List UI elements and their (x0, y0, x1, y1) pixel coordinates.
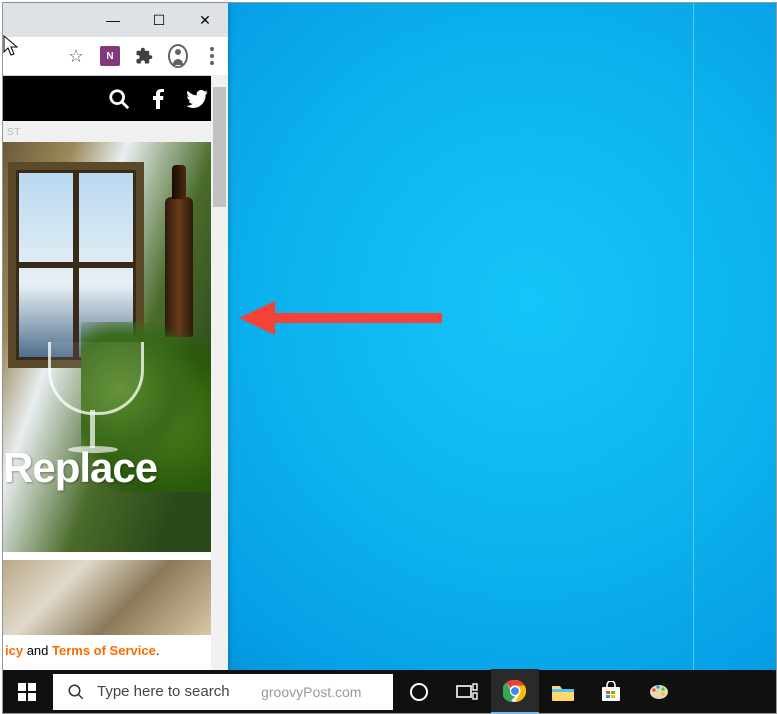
site-header-bar (3, 76, 228, 121)
thumbnail-image[interactable] (3, 560, 211, 635)
onenote-extension-icon[interactable]: N (100, 46, 120, 66)
image-watermark: groovyPost.com (230, 684, 393, 700)
microsoft-store-taskbar-item[interactable] (587, 670, 635, 713)
search-placeholder: Type here to search (97, 683, 230, 700)
legal-tos-link[interactable]: Terms of Service (52, 643, 156, 658)
search-icon (67, 683, 85, 701)
bookmark-star-icon[interactable]: ☆ (66, 46, 86, 66)
extensions-icon[interactable] (134, 46, 154, 66)
windows-logo-icon (18, 683, 36, 701)
legal-policy-link-fragment[interactable]: icy (5, 643, 23, 658)
chrome-icon (503, 679, 527, 703)
start-button[interactable] (3, 670, 51, 713)
thumbnail-row (3, 560, 211, 635)
browser-toolbar: ☆ N (3, 37, 228, 76)
hero-image: Replace (3, 142, 211, 552)
window-titlebar[interactable]: — ☐ ✕ (3, 3, 228, 37)
breadcrumb-fragment: ST (7, 127, 21, 138)
cortana-icon (409, 682, 429, 702)
article-headline-fragment: Replace (3, 444, 157, 492)
breadcrumb-bar: ST (3, 121, 228, 143)
legal-text: icy and Terms of Service. (3, 635, 211, 666)
legal-period: . (156, 643, 160, 658)
profile-avatar-icon[interactable] (168, 46, 188, 66)
vertical-scrollbar[interactable] (211, 75, 228, 670)
wallpaper-edge (693, 3, 694, 670)
scrollbar-thumb[interactable] (213, 87, 226, 207)
task-view-button[interactable] (443, 670, 491, 713)
close-button[interactable]: ✕ (182, 3, 228, 37)
facebook-icon[interactable] (152, 89, 164, 109)
screenshot-frame: — ☐ ✕ ☆ N ST (2, 2, 777, 714)
search-icon[interactable] (108, 88, 130, 110)
taskbar-search-box[interactable]: Type here to search groovyPost.com (53, 674, 393, 710)
app-taskbar-item[interactable] (635, 670, 683, 713)
page-content: Replace icy and Terms of Service. (3, 142, 211, 670)
browser-menu-icon[interactable] (202, 46, 222, 66)
attention-arrow-left (237, 293, 447, 343)
mouse-cursor (3, 35, 21, 59)
legal-and: and (23, 643, 52, 658)
taskview-icon (456, 683, 478, 701)
minimize-button[interactable]: — (90, 3, 136, 37)
store-icon (600, 681, 622, 703)
maximize-button[interactable]: ☐ (136, 3, 182, 37)
hero-bottle-detail (165, 197, 193, 337)
paint-icon (648, 682, 670, 702)
file-explorer-taskbar-item[interactable] (539, 670, 587, 713)
windows-taskbar: Type here to search groovyPost.com (3, 670, 776, 713)
twitter-icon[interactable] (186, 90, 208, 108)
chrome-taskbar-item[interactable] (491, 669, 539, 714)
cortana-button[interactable] (395, 670, 443, 713)
browser-window: — ☐ ✕ ☆ N ST (3, 3, 228, 670)
folder-icon (551, 682, 575, 702)
